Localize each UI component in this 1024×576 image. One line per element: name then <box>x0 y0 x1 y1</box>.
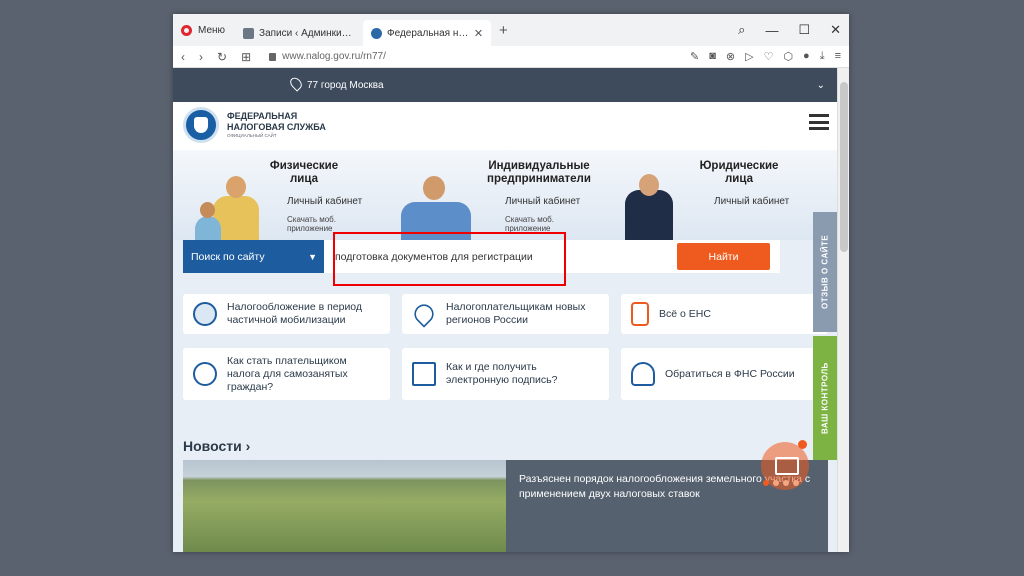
chevron-down-icon[interactable]: ⌄ <box>817 80 825 91</box>
maximize-button[interactable]: ☐ <box>798 22 810 38</box>
send-icon[interactable]: ▷ <box>745 50 753 63</box>
search-scope-dropdown[interactable]: Поиск по сайту ▼ <box>183 240 324 273</box>
category-entrepreneurs[interactable]: Индивидуальные предприниматели <box>479 160 599 186</box>
camera-icon[interactable]: ◙ <box>709 50 716 63</box>
back-icon[interactable]: ‹ <box>181 50 185 64</box>
close-tab-icon[interactable]: ✕ <box>474 27 483 40</box>
child-head <box>200 202 215 218</box>
fns-emblem-icon[interactable] <box>183 107 219 143</box>
card-self-employed[interactable]: Как стать плательщиком налога для самоза… <box>183 348 390 400</box>
region-label: 77 город Москва <box>307 79 384 91</box>
fns-favicon-icon <box>371 27 383 39</box>
edit-icon[interactable]: ✎ <box>690 50 699 63</box>
tab-adminkin[interactable]: Записи ‹ Админкин — Wo <box>235 20 363 46</box>
profile-icon[interactable]: ● <box>803 50 810 63</box>
news-heading[interactable]: Новости › <box>183 438 250 454</box>
highlight-annotation <box>333 232 566 286</box>
card-contact-fns[interactable]: Обратиться в ФНС России <box>621 348 828 400</box>
site-header: ФЕДЕРАЛЬНАЯ НАЛОГОВАЯ СЛУЖБА ОФИЦИАЛЬНЫЙ… <box>173 102 837 150</box>
find-button[interactable]: Найти <box>677 243 770 270</box>
webpage: 77 город Москва ⌄ ФЕДЕРАЛЬНАЯ НАЛОГОВАЯ … <box>173 68 837 552</box>
card-e-signature[interactable]: Как и где получить электронную подпись? <box>402 348 609 400</box>
region-bar[interactable]: 77 город Москва ⌄ <box>173 68 837 102</box>
reload-icon[interactable]: ↻ <box>217 50 227 64</box>
search-tabs-icon[interactable]: ⌕ <box>738 22 745 38</box>
card-ens[interactable]: Всё о ЕНС <box>621 294 828 334</box>
close-window-button[interactable]: ✕ <box>830 22 841 38</box>
phone-ruble-icon <box>631 302 649 326</box>
minimize-button[interactable]: — <box>765 23 778 38</box>
speed-dial-icon[interactable]: ⊞ <box>241 50 251 64</box>
individuals-app-link[interactable]: Скачать моб. приложение <box>287 215 357 233</box>
notification-dot <box>798 440 807 449</box>
emblem-icon <box>193 302 217 326</box>
category-legal-entities[interactable]: Юридические лица <box>689 160 789 186</box>
lock-icon <box>269 52 277 61</box>
card-new-regions[interactable]: Налогоплательщикам новых регионов России <box>402 294 609 334</box>
tab-bar: Меню Записи ‹ Админкин — Wo Федеральная … <box>173 14 849 46</box>
url-field[interactable]: www.nalog.gov.ru/rn77/ <box>282 51 386 62</box>
feedback-side-tab[interactable]: ОТЗЫВ О САЙТЕ <box>813 212 837 332</box>
question-person-icon <box>631 362 655 386</box>
location-pin-icon <box>287 75 305 92</box>
site-logo-text[interactable]: ФЕДЕРАЛЬНАЯ НАЛОГОВАЯ СЛУЖБА <box>227 111 347 133</box>
address-bar: ‹ › ↻ ⊞ www.nalog.gov.ru/rn77/ ✎ ◙ ⊗ ▷ ♡… <box>173 46 849 68</box>
news-image[interactable] <box>183 460 506 552</box>
opera-menu-button[interactable]: Меню <box>173 14 235 46</box>
browser-window: Меню Записи ‹ Админкин — Wo Федеральная … <box>173 14 849 552</box>
block-icon[interactable]: ⊗ <box>726 50 735 63</box>
map-pin-flag-icon <box>410 300 438 328</box>
woman-head <box>226 176 246 198</box>
settings-icon[interactable]: ≡ <box>835 50 841 63</box>
logo-subtitle: ОФИЦИАЛЬНЫЙ САЙТ <box>227 133 277 138</box>
new-tab-button[interactable]: + <box>491 22 516 39</box>
hamburger-menu-icon[interactable] <box>809 114 829 130</box>
download-icon[interactable]: ⤓ <box>820 50 825 63</box>
signature-doc-icon <box>412 362 436 386</box>
box-icon[interactable]: ⬡ <box>783 50 793 63</box>
scrollbar-thumb[interactable] <box>840 82 848 252</box>
person-ruble-icon <box>193 362 217 386</box>
wordpress-favicon-icon <box>243 27 255 39</box>
category-individuals[interactable]: Физические лица <box>259 160 349 186</box>
child-illustration <box>195 216 221 240</box>
heart-icon[interactable]: ♡ <box>764 50 774 63</box>
tab-nalog[interactable]: Федеральная налоговая с ✕ <box>363 20 492 46</box>
individuals-cabinet-link[interactable]: Личный кабинет <box>287 196 362 207</box>
page-scrollbar[interactable] <box>837 68 849 552</box>
chat-bubble-icon[interactable] <box>761 442 809 490</box>
entrepreneurs-app-link[interactable]: Скачать моб. приложение <box>505 215 575 233</box>
chevron-down-icon: ▼ <box>308 251 317 262</box>
hero-banner: Физические лица Личный кабинет Скачать м… <box>173 150 837 240</box>
legal-cabinet-link[interactable]: Личный кабинет <box>714 196 789 207</box>
businessman-illustration <box>625 190 673 240</box>
window-controls: ⌕ — ☐ ✕ <box>738 14 841 46</box>
opera-logo-icon <box>181 24 192 36</box>
forward-icon[interactable]: › <box>199 50 203 64</box>
your-control-side-tab[interactable]: ВАШ КОНТРОЛЬ <box>813 336 837 460</box>
entrepreneurs-cabinet-link[interactable]: Личный кабинет <box>505 196 580 207</box>
card-mobilization[interactable]: Налогообложение в период частичной мобил… <box>183 294 390 334</box>
man-head <box>423 176 445 200</box>
businessman-head <box>639 174 659 196</box>
